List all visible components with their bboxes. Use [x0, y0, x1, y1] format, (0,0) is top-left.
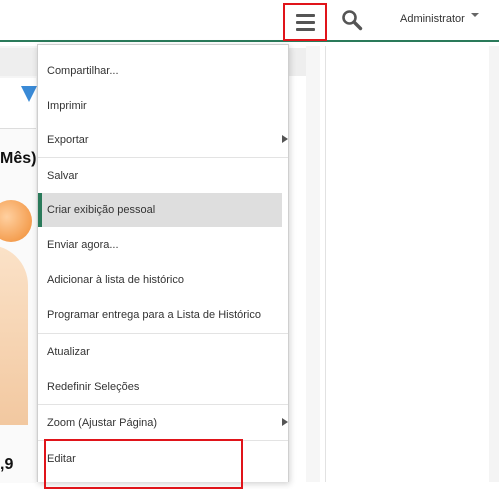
right-side-panel [325, 46, 491, 482]
scrollbar[interactable] [489, 46, 499, 482]
hamburger-menu-icon[interactable] [283, 3, 327, 41]
page-options-menu: Compartilhar... Imprimir Exportar Salvar… [37, 44, 289, 482]
menu-divider [38, 404, 288, 405]
menu-item-refresh[interactable]: Atualizar [38, 335, 282, 369]
partial-kpi-value: ,9 [0, 456, 14, 473]
menu-item-print[interactable]: Imprimir [38, 89, 282, 123]
menu-item-create-personal-view[interactable]: Criar exibição pessoal [38, 193, 282, 227]
menu-divider [38, 157, 288, 158]
chevron-right-icon [282, 135, 288, 143]
menu-item-label: Criar exibição pessoal [47, 204, 156, 216]
caret-down-icon [470, 13, 479, 18]
search-icon[interactable] [341, 9, 363, 31]
menu-item-schedule-delivery[interactable]: Programar entrega para a Lista de Histór… [38, 298, 282, 332]
menu-item-reset-selections[interactable]: Redefinir Seleções [38, 370, 282, 404]
menu-divider [38, 333, 288, 334]
menu-item-share[interactable]: Compartilhar... [38, 54, 282, 88]
menu-item-save[interactable]: Salvar [38, 159, 282, 193]
partial-chart-title: Mês) [0, 150, 37, 167]
user-menu[interactable]: Administrator [400, 13, 479, 25]
menu-item-label: Adicionar à lista de histórico [47, 274, 184, 286]
menu-item-label: Imprimir [47, 100, 87, 112]
chevron-right-icon [282, 418, 288, 426]
menu-line [295, 20, 315, 24]
background-gutter [306, 46, 320, 482]
menu-item-label: Atualizar [47, 346, 90, 358]
menu-item-label: Enviar agora... [47, 239, 119, 251]
menu-item-label: Compartilhar... [47, 65, 119, 77]
partial-illustration-body [0, 245, 28, 425]
menu-item-export[interactable]: Exportar [38, 123, 288, 157]
menu-item-label: Zoom (Ajustar Página) [47, 417, 158, 429]
menu-item-add-to-history[interactable]: Adicionar à lista de histórico [38, 263, 282, 297]
user-name: Administrator [400, 13, 465, 25]
filter-icon [21, 86, 37, 102]
menu-item-label: Exportar [47, 134, 89, 146]
menu-item-zoom[interactable]: Zoom (Ajustar Página) [38, 406, 288, 440]
menu-item-label: Programar entrega para a Lista de Histór… [47, 309, 261, 321]
menu-item-label: Redefinir Seleções [47, 381, 140, 393]
menu-item-label: Salvar [47, 170, 79, 182]
menu-item-send-now[interactable]: Enviar agora... [38, 228, 282, 262]
top-bar: Administrator [0, 0, 499, 42]
menu-line [295, 27, 315, 31]
menu-line [295, 13, 315, 17]
